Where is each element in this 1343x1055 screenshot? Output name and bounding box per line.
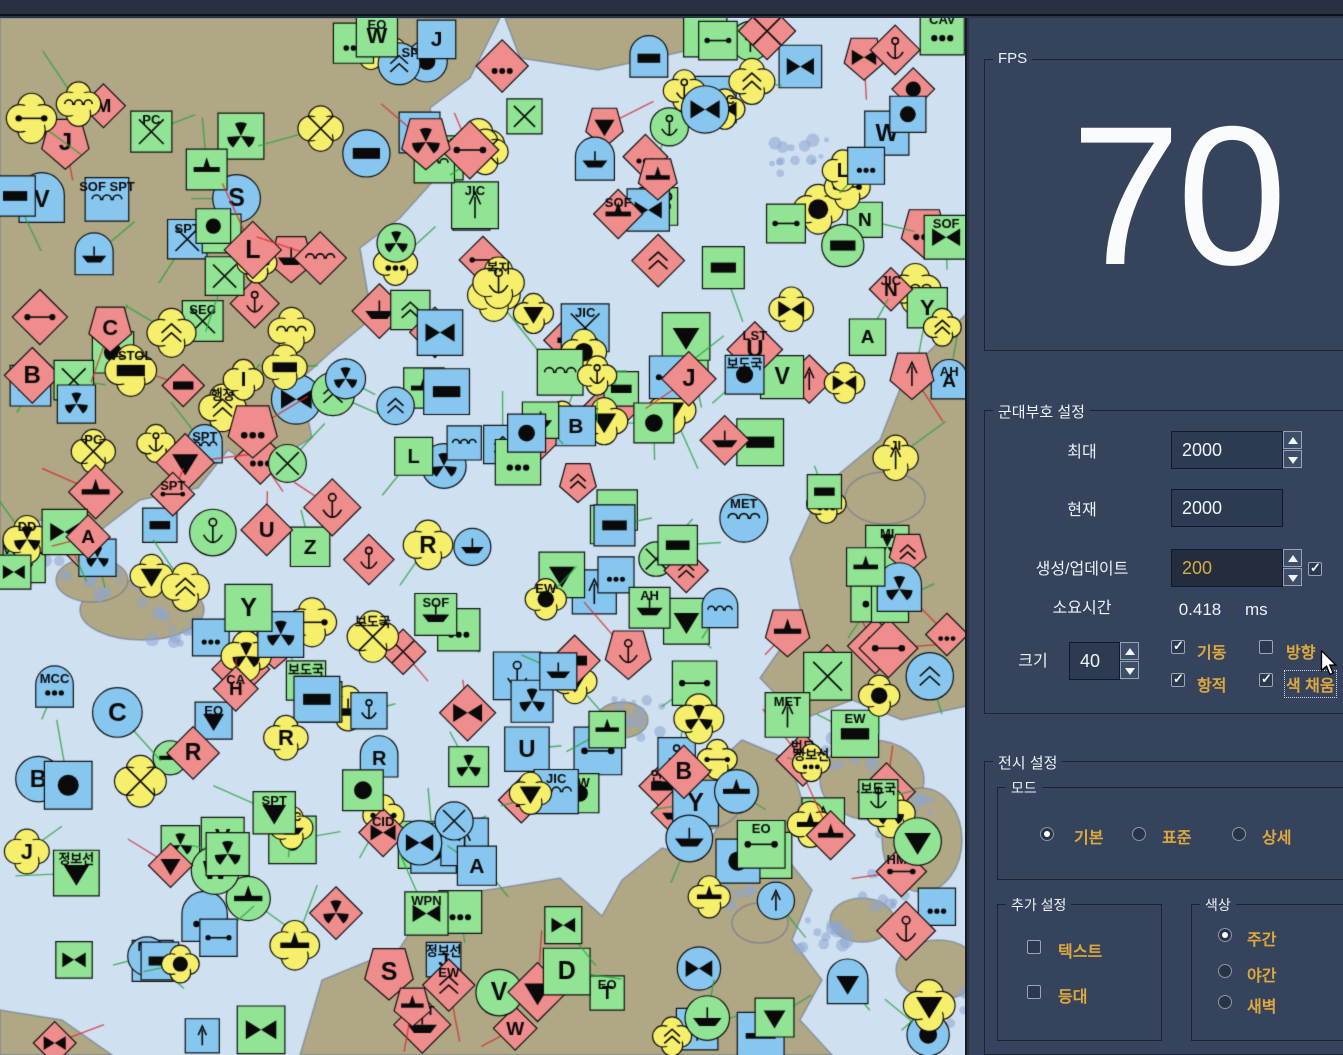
mode-group-label: 모드: [1006, 778, 1042, 798]
mouse-cursor: [1317, 650, 1341, 676]
mode-radio-standard[interactable]: [1132, 827, 1146, 841]
gen-update-spinner-down[interactable]: [1283, 568, 1302, 586]
color-scheme-group: 색상 주간 야간 새벽: [1191, 904, 1343, 1041]
maneuver-checkbox-label[interactable]: 기동: [1197, 639, 1226, 663]
color-radio-night-label[interactable]: 야간: [1247, 962, 1276, 986]
fps-group: FPS 70: [984, 59, 1343, 351]
color-radio-dawn-label[interactable]: 새벽: [1247, 993, 1276, 1017]
mode-radio-basic[interactable]: [1040, 827, 1054, 841]
additional-settings-group-label: 추가 설정: [1006, 895, 1071, 915]
color-fill-checkbox[interactable]: [1259, 673, 1273, 687]
track-checkbox[interactable]: [1171, 673, 1185, 687]
current-field[interactable]: 2000: [1171, 489, 1283, 527]
color-radio-dawn[interactable]: [1218, 995, 1232, 1009]
display-settings-group-label: 전시 설정: [993, 752, 1062, 773]
mode-group: 모드 기본 표준 상세: [997, 787, 1343, 880]
color-radio-night[interactable]: [1218, 964, 1232, 978]
elapsed-value: 0.418: [1171, 600, 1229, 620]
maneuver-checkbox[interactable]: [1171, 640, 1185, 654]
color-radio-day-label[interactable]: 주간: [1247, 926, 1276, 950]
text-checkbox[interactable]: [1027, 940, 1041, 954]
max-field[interactable]: 2000: [1171, 431, 1283, 469]
direction-checkbox[interactable]: [1259, 640, 1273, 654]
additional-settings-group: 추가 설정 텍스트 등대: [997, 904, 1162, 1041]
mode-radio-detail-label[interactable]: 상세: [1262, 824, 1291, 848]
window-titlebar: [0, 0, 1343, 16]
lighthouse-checkbox[interactable]: [1027, 985, 1041, 999]
direction-checkbox-label[interactable]: 방향: [1286, 639, 1315, 663]
gen-update-spinner-up[interactable]: [1283, 549, 1302, 567]
gen-update-spinner[interactable]: [1283, 549, 1302, 587]
track-checkbox-label[interactable]: 항적: [1197, 672, 1226, 696]
size-spinner-up[interactable]: [1120, 642, 1139, 660]
size-spinner-down[interactable]: [1120, 661, 1139, 679]
settings-panel: FPS 70 군대부호 설정 최대 2000 현재 2000 생성/업데이트 2…: [969, 18, 1343, 1055]
mode-radio-detail[interactable]: [1232, 827, 1246, 841]
lighthouse-checkbox-label[interactable]: 등대: [1058, 983, 1087, 1007]
max-label: 최대: [999, 434, 1165, 472]
max-spinner-down[interactable]: [1283, 450, 1302, 468]
mode-radio-standard-label[interactable]: 표준: [1162, 824, 1191, 848]
max-spinner-up[interactable]: [1283, 431, 1302, 449]
elapsed-unit: ms: [1245, 600, 1268, 620]
gen-update-checkbox[interactable]: [1308, 562, 1322, 576]
fps-value: 70: [985, 46, 1343, 346]
text-checkbox-label[interactable]: 텍스트: [1058, 938, 1102, 962]
elapsed-label: 소요시간: [999, 590, 1165, 628]
size-label: 크기: [1005, 643, 1061, 681]
gen-update-field[interactable]: 200: [1171, 549, 1283, 587]
max-spinner[interactable]: [1283, 431, 1302, 469]
mode-radio-basic-label[interactable]: 기본: [1074, 824, 1103, 848]
current-label: 현재: [999, 492, 1165, 530]
gen-update-label: 생성/업데이트: [999, 551, 1165, 589]
size-field[interactable]: 40: [1069, 642, 1120, 680]
application-window: FPS 70 군대부호 설정 최대 2000 현재 2000 생성/업데이트 2…: [0, 0, 1343, 1055]
military-symbol-map-canvas[interactable]: [0, 18, 967, 1055]
map-viewport[interactable]: [0, 18, 967, 1055]
size-spinner[interactable]: [1120, 642, 1139, 680]
color-radio-day[interactable]: [1218, 928, 1232, 942]
color-scheme-group-label: 색상: [1200, 895, 1236, 915]
symbol-settings-group-label: 군대부호 설정: [993, 401, 1090, 422]
